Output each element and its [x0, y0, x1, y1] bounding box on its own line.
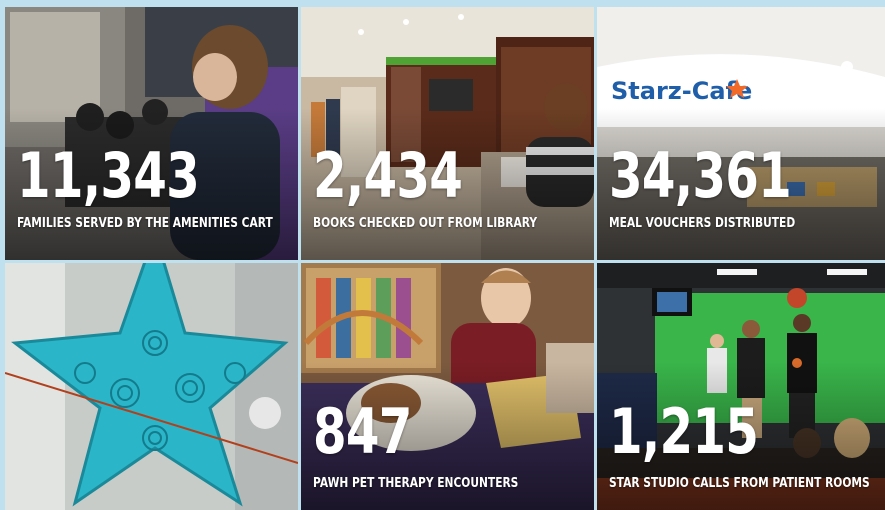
stat-number: 1,215 — [609, 395, 759, 468]
stat-number: 34,361 — [609, 139, 792, 212]
star-decoration-photo — [5, 263, 298, 510]
stat-number: 2,434 — [313, 139, 463, 212]
stats-grid: 11,343 FAMILIES SERVED BY THE AMENITIES … — [5, 7, 885, 510]
star-studio-tile: 1,215 STAR STUDIO CALLS FROM PATIENT ROO… — [597, 263, 885, 510]
stat-number: 847 — [313, 395, 412, 468]
pet-therapy-tile: 847 PAWH PET THERAPY ENCOUNTERS — [301, 263, 594, 510]
amenities-cart-tile: 11,343 FAMILIES SERVED BY THE AMENITIES … — [5, 7, 298, 260]
stat-caption: BOOKS CHECKED OUT FROM LIBRARY — [313, 216, 538, 231]
cafe-tile: Starz-Cafe 34,361 MEAL VOUCHERS DISTRIBU… — [597, 7, 885, 260]
star-decoration-tile — [5, 263, 298, 510]
cafe-sign: Starz-Cafe — [611, 77, 752, 105]
stat-caption: PAWH PET THERAPY ENCOUNTERS — [313, 476, 519, 491]
stat-caption: FAMILIES SERVED BY THE AMENITIES CART — [17, 216, 273, 231]
stat-caption: MEAL VOUCHERS DISTRIBUTED — [609, 216, 796, 231]
library-tile: 2,434 BOOKS CHECKED OUT FROM LIBRARY — [301, 7, 594, 260]
stat-caption: STAR STUDIO CALLS FROM PATIENT ROOMS — [609, 476, 870, 491]
stat-number: 11,343 — [17, 139, 200, 212]
